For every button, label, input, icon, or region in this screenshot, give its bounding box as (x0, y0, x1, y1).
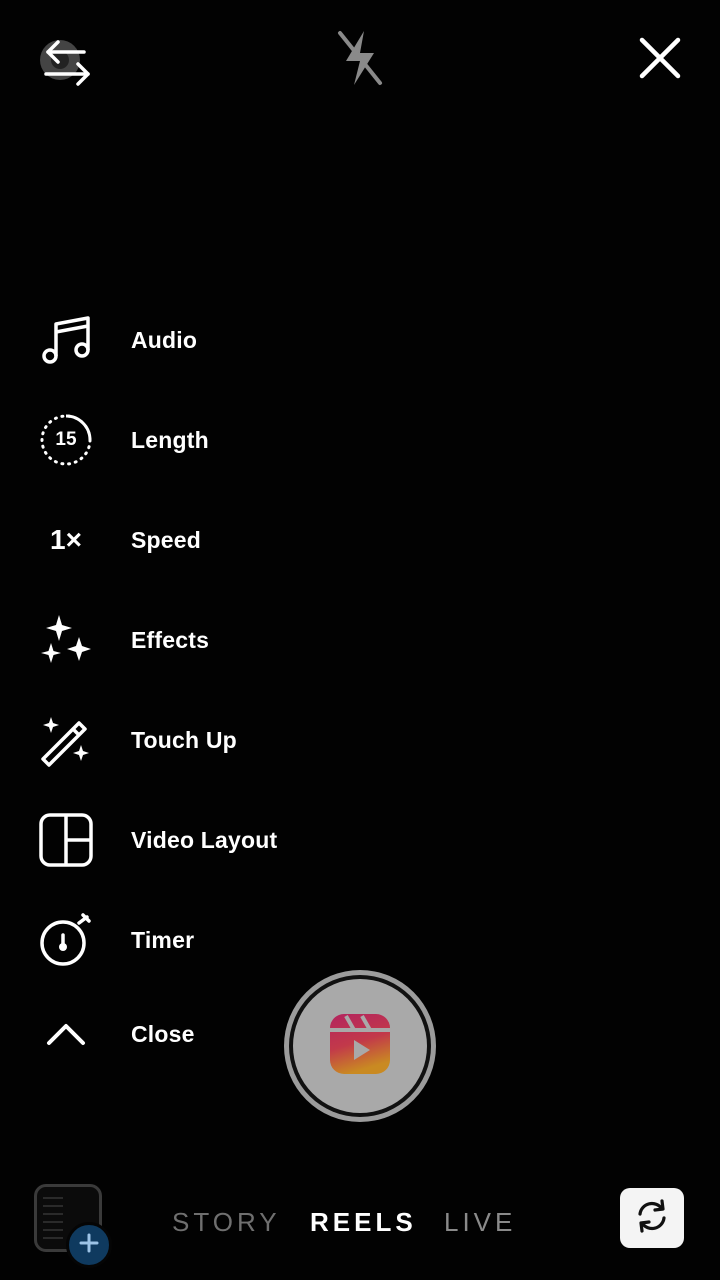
menu-label-close: Close (131, 1020, 195, 1047)
menu-label-length: Length (131, 426, 209, 453)
flash-off-icon (330, 25, 390, 96)
layout-grid-icon (36, 810, 96, 870)
menu-label-touch-up: Touch Up (131, 726, 237, 753)
sparkles-icon (36, 610, 96, 670)
menu-item-touch-up[interactable]: Touch Up (0, 700, 340, 780)
settings-swap-button[interactable] (32, 32, 96, 96)
music-note-icon (36, 310, 96, 370)
menu-label-timer: Timer (131, 926, 195, 953)
speed-icon: 1× (36, 510, 96, 570)
menu-label-audio: Audio (131, 326, 198, 353)
menu-item-effects[interactable]: Effects (0, 600, 340, 680)
record-button-ring (289, 975, 431, 1117)
mode-reels[interactable]: REELS (310, 1207, 417, 1238)
flip-camera-button[interactable] (620, 1188, 684, 1248)
magic-wand-icon (36, 710, 96, 770)
menu-label-video-layout: Video Layout (131, 826, 278, 853)
menu-item-timer[interactable]: Timer (0, 900, 340, 980)
camera-screen: Audio 15 Length 1× Speed Effects Touch U… (0, 0, 720, 1280)
menu-item-video-layout[interactable]: Video Layout (0, 800, 340, 880)
speed-icon-text: 1× (50, 524, 82, 555)
mode-live[interactable]: LIVE (444, 1207, 516, 1238)
reels-icon (328, 1012, 392, 1081)
capture-mode-selector: STORY REELS LIVE (140, 1200, 580, 1244)
menu-item-speed[interactable]: 1× Speed (0, 500, 340, 580)
camera-flip-icon (630, 1196, 674, 1241)
plus-icon (79, 1233, 99, 1258)
chevron-up-icon (36, 1004, 96, 1064)
flash-button[interactable] (328, 28, 392, 92)
gallery-preview (43, 1197, 63, 1245)
gear-swap-icon (32, 30, 96, 99)
close-icon (638, 36, 682, 85)
record-button[interactable] (284, 970, 436, 1122)
menu-label-effects: Effects (131, 626, 210, 653)
record-button-inner (293, 979, 427, 1113)
mode-story[interactable]: STORY (172, 1207, 281, 1238)
menu-label-speed: Speed (131, 526, 202, 553)
add-media-button[interactable] (66, 1222, 112, 1268)
menu-item-length[interactable]: 15 Length (0, 400, 340, 480)
menu-item-audio[interactable]: Audio (0, 300, 340, 380)
length-icon-text: 15 (55, 429, 77, 450)
close-button[interactable] (628, 28, 692, 92)
stopwatch-icon (36, 910, 96, 970)
timer-15-icon: 15 (36, 410, 96, 470)
